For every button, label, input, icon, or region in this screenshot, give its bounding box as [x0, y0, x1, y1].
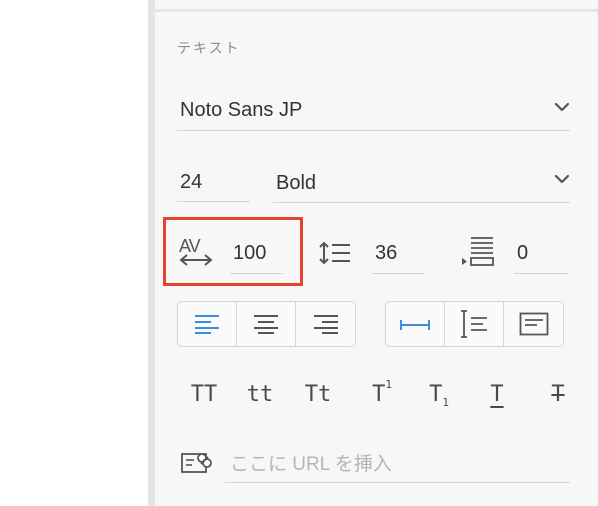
panel-top-bar: [155, 0, 598, 12]
font-size-value[interactable]: 24: [180, 171, 202, 194]
line-height-value[interactable]: 36: [375, 242, 397, 265]
line-height-icon: [319, 241, 350, 265]
auto-height-icon: [461, 310, 487, 338]
auto-width-icon: [400, 320, 430, 330]
align-left-icon: [195, 315, 219, 334]
vertical-align-group: [385, 301, 564, 347]
letter-spacing-underline: [230, 273, 283, 274]
letter-spacing-value[interactable]: 100: [233, 242, 266, 265]
canvas-area: [0, 0, 148, 506]
font-family-underline: [177, 130, 570, 131]
section-title: テキスト: [177, 40, 241, 56]
font-weight-value[interactable]: Bold: [276, 172, 316, 195]
align-left-button[interactable]: [178, 302, 237, 346]
strikethrough-button[interactable]: T: [544, 376, 572, 412]
link-icon: [181, 453, 212, 473]
font-size-underline: [177, 201, 250, 202]
panel-divider[interactable]: [148, 0, 155, 506]
paragraph-spacing-underline: [514, 273, 568, 274]
font-family-value[interactable]: Noto Sans JP: [180, 99, 302, 122]
text-box-autoheight-button[interactable]: [445, 302, 504, 346]
align-center-icon: [254, 315, 278, 334]
font-weight-underline: [273, 202, 570, 203]
capitalize-button[interactable]: Tt: [300, 376, 336, 412]
fixed-size-icon: [519, 312, 548, 336]
paragraph-spacing-icon: [462, 237, 494, 266]
line-height-underline: [372, 273, 425, 274]
align-right-icon: [313, 315, 338, 334]
lowercase-button[interactable]: tt: [244, 376, 276, 412]
url-input[interactable]: ここに URL を挿入: [230, 449, 392, 476]
text-align-group: [177, 301, 356, 347]
underline-button[interactable]: T: [482, 376, 512, 412]
letter-spacing-icon: AV: [179, 236, 213, 268]
chevron-down-icon[interactable]: [554, 102, 570, 112]
text-box-autowidth-button[interactable]: [386, 302, 445, 346]
subscript-button[interactable]: T1: [422, 376, 456, 412]
align-center-button[interactable]: [237, 302, 296, 346]
text-box-fixed-button[interactable]: [504, 302, 563, 346]
uppercase-button[interactable]: TT: [186, 376, 222, 412]
paragraph-spacing-value[interactable]: 0: [517, 242, 528, 265]
chevron-down-icon[interactable]: [554, 174, 570, 184]
url-underline: [225, 482, 570, 483]
superscript-button[interactable]: T1: [365, 376, 399, 412]
align-right-button[interactable]: [296, 302, 355, 346]
